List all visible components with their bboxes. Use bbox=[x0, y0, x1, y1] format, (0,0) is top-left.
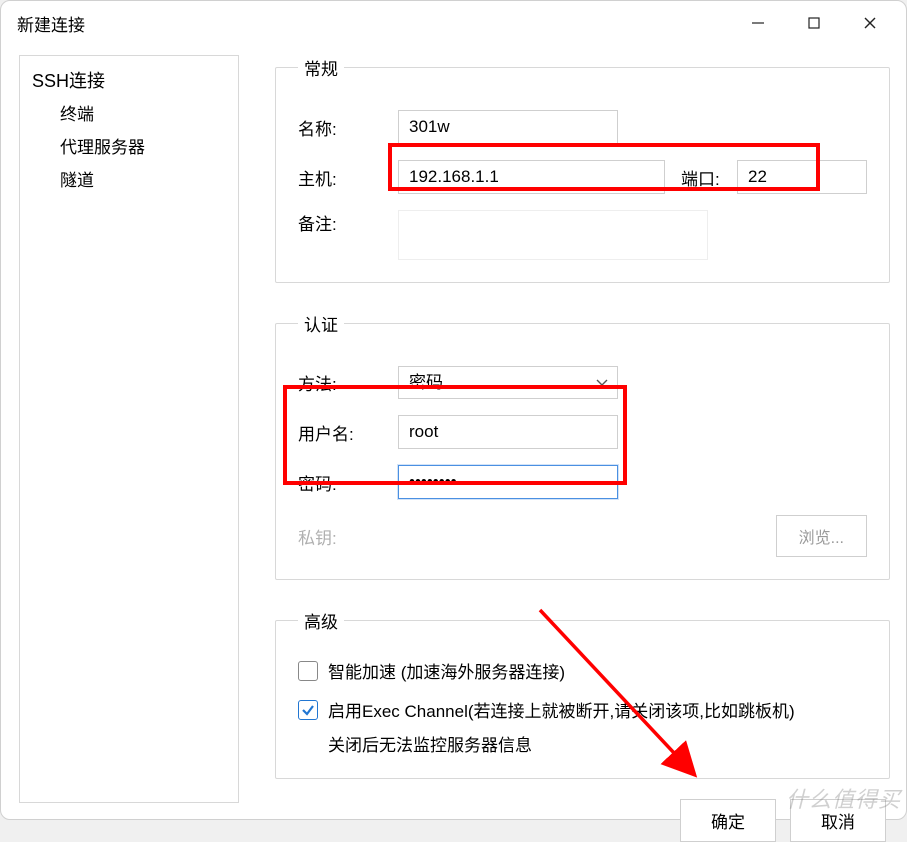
sidebar-item-tunnel[interactable]: 隧道 bbox=[20, 162, 238, 195]
close-icon bbox=[863, 16, 877, 30]
window-title: 新建连接 bbox=[17, 11, 85, 36]
sidebar-root-ssh[interactable]: SSH连接 bbox=[20, 64, 238, 96]
input-username[interactable] bbox=[398, 415, 618, 449]
label-exec-channel: 启用Exec Channel(若连接上就被断开,请关闭该项,比如跳板机) bbox=[328, 698, 795, 725]
title-bar: 新建连接 bbox=[1, 1, 906, 45]
label-smart-accel: 智能加速 (加速海外服务器连接) bbox=[328, 659, 565, 686]
select-auth-method[interactable]: 密码 bbox=[398, 366, 618, 399]
input-password[interactable] bbox=[398, 465, 618, 499]
check-icon bbox=[301, 703, 315, 717]
label-port: 端口: bbox=[681, 165, 737, 190]
label-private-key: 私钥: bbox=[298, 524, 398, 549]
checkbox-smart-accel[interactable] bbox=[298, 661, 318, 681]
dialog-window: 新建连接 SSH连接 终端 代理服务器 隧道 常规 名称: bbox=[0, 0, 907, 820]
label-note: 备注: bbox=[298, 210, 398, 235]
label-method: 方法: bbox=[298, 370, 398, 395]
group-advanced: 高级 智能加速 (加速海外服务器连接) 启用Exec Channel(若连接上就… bbox=[275, 608, 890, 779]
minimize-icon bbox=[751, 16, 765, 30]
group-general: 常规 名称: 主机: 端口: 备注: bbox=[275, 55, 890, 283]
input-port[interactable] bbox=[737, 160, 867, 194]
sidebar: SSH连接 终端 代理服务器 隧道 bbox=[19, 55, 239, 803]
input-note[interactable] bbox=[398, 210, 708, 260]
sidebar-item-proxy[interactable]: 代理服务器 bbox=[20, 129, 238, 162]
minimize-button[interactable] bbox=[732, 5, 784, 41]
legend-general: 常规 bbox=[298, 55, 344, 80]
label-host: 主机: bbox=[298, 165, 398, 190]
label-username: 用户名: bbox=[298, 420, 398, 445]
maximize-button[interactable] bbox=[788, 5, 840, 41]
label-name: 名称: bbox=[298, 115, 398, 140]
legend-advanced: 高级 bbox=[298, 608, 344, 633]
input-host[interactable] bbox=[398, 160, 665, 194]
checkbox-exec-channel[interactable] bbox=[298, 700, 318, 720]
cancel-button[interactable]: 取消 bbox=[790, 799, 886, 842]
browse-button[interactable]: 浏览... bbox=[776, 515, 867, 557]
sidebar-item-terminal[interactable]: 终端 bbox=[20, 96, 238, 129]
group-auth: 认证 方法: 密码 用户名: bbox=[275, 311, 890, 580]
ok-button[interactable]: 确定 bbox=[680, 799, 776, 842]
input-name[interactable] bbox=[398, 110, 618, 144]
maximize-icon bbox=[807, 16, 821, 30]
close-button[interactable] bbox=[844, 5, 896, 41]
legend-auth: 认证 bbox=[298, 311, 344, 336]
label-exec-channel-sub: 关闭后无法监控服务器信息 bbox=[328, 731, 867, 756]
label-password: 密码: bbox=[298, 470, 398, 495]
main-panel: 常规 名称: 主机: 端口: 备注: 认证 bbox=[275, 55, 890, 803]
